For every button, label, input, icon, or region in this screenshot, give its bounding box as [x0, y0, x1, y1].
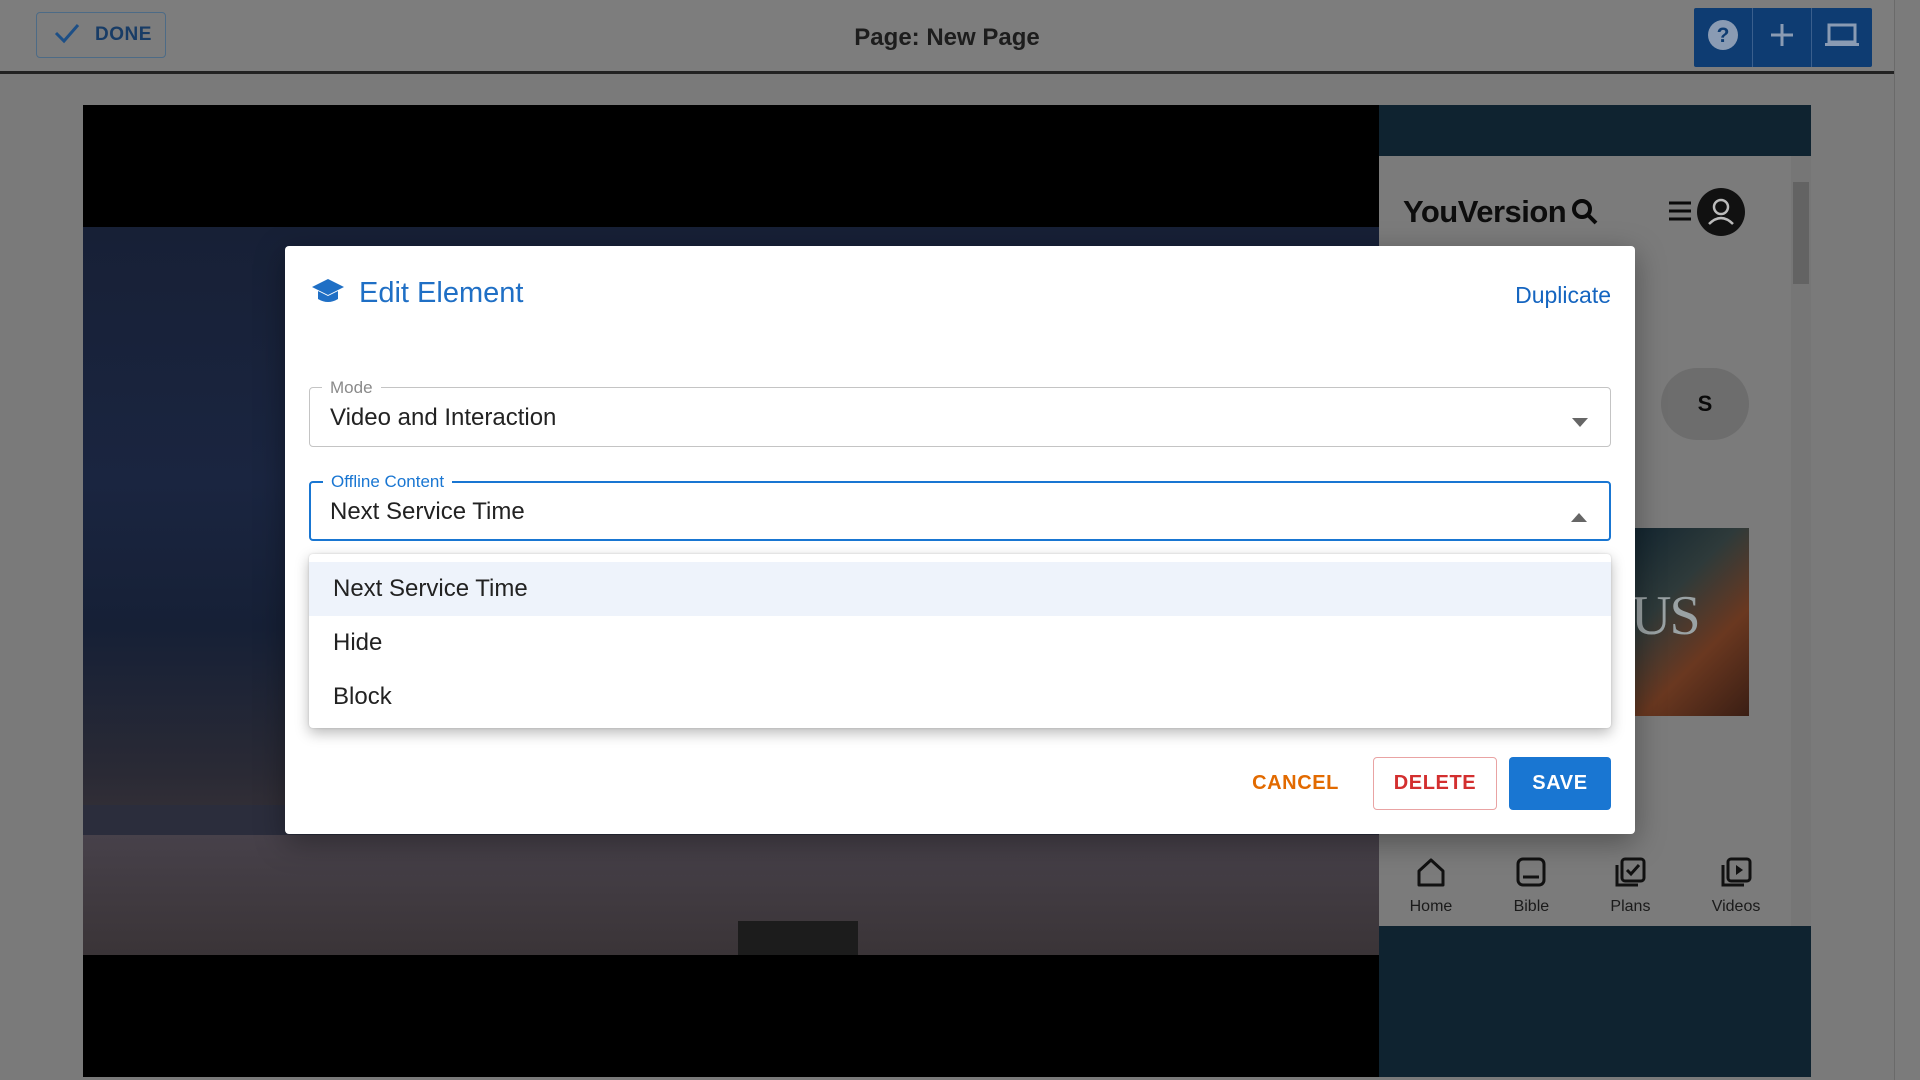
dialog-actions: CANCEL DELETE SAVE — [1230, 757, 1611, 810]
mode-value: Video and Interaction — [330, 404, 557, 431]
search-icon[interactable] — [1571, 198, 1599, 231]
tab-bible[interactable]: Bible — [1514, 857, 1549, 916]
plans-icon — [1614, 857, 1646, 892]
page-title: Page: New Page — [854, 24, 1040, 51]
videos-icon — [1720, 857, 1752, 892]
save-button[interactable]: SAVE — [1509, 757, 1611, 810]
graduation-cap-icon — [311, 276, 345, 311]
edit-element-dialog: Edit Element Duplicate Mode Video and In… — [285, 246, 1635, 834]
option-hide[interactable]: Hide — [309, 616, 1611, 670]
delete-button[interactable]: DELETE — [1373, 757, 1497, 810]
mode-label: Mode — [322, 378, 381, 398]
option-next-service-time[interactable]: Next Service Time — [309, 562, 1611, 616]
help-button[interactable]: ? — [1694, 8, 1753, 67]
bible-icon — [1515, 857, 1547, 892]
home-icon — [1415, 857, 1447, 892]
dialog-title: Edit Element — [311, 276, 523, 311]
mode-select[interactable]: Mode Video and Interaction — [309, 378, 1611, 447]
preview-scrollbar[interactable] — [1791, 156, 1811, 926]
tab-home[interactable]: Home — [1410, 857, 1452, 916]
option-block[interactable]: Block — [309, 670, 1611, 724]
tab-plans[interactable]: Plans — [1610, 857, 1650, 916]
youversion-logo: YouVersion — [1403, 194, 1567, 229]
cancel-button[interactable]: CANCEL — [1230, 757, 1361, 810]
offline-content-value: Next Service Time — [330, 498, 525, 525]
help-icon: ? — [1706, 18, 1740, 57]
page-scrollbar[interactable] — [1894, 0, 1920, 1080]
toolbar-group: ? — [1694, 8, 1872, 67]
offline-content-label: Offline Content — [323, 472, 453, 492]
offline-content-select[interactable]: Offline Content Next Service Time — [309, 472, 1611, 541]
chevron-up-icon — [1571, 509, 1587, 527]
preview-device-button[interactable] — [1812, 8, 1871, 67]
top-bar: DONE Page: New Page ? — [0, 0, 1894, 74]
preview-scroll-thumb[interactable] — [1793, 182, 1809, 284]
avatar-icon[interactable] — [1697, 188, 1745, 241]
duplicate-button[interactable]: Duplicate — [1515, 282, 1611, 309]
add-button[interactable] — [1753, 8, 1812, 67]
chevron-down-icon — [1572, 414, 1588, 432]
laptop-icon — [1824, 22, 1860, 53]
plan-artwork[interactable]: US — [1629, 528, 1749, 716]
add-icon — [1769, 22, 1795, 53]
app-tab-bar: Home Bible Plans Videos — [1379, 846, 1791, 926]
pill-button[interactable]: S — [1661, 368, 1749, 440]
offline-content-options: Next Service Time Hide Block — [309, 554, 1611, 728]
svg-text:?: ? — [1717, 24, 1730, 47]
menu-icon[interactable] — [1669, 200, 1691, 227]
tab-videos[interactable]: Videos — [1712, 857, 1760, 916]
